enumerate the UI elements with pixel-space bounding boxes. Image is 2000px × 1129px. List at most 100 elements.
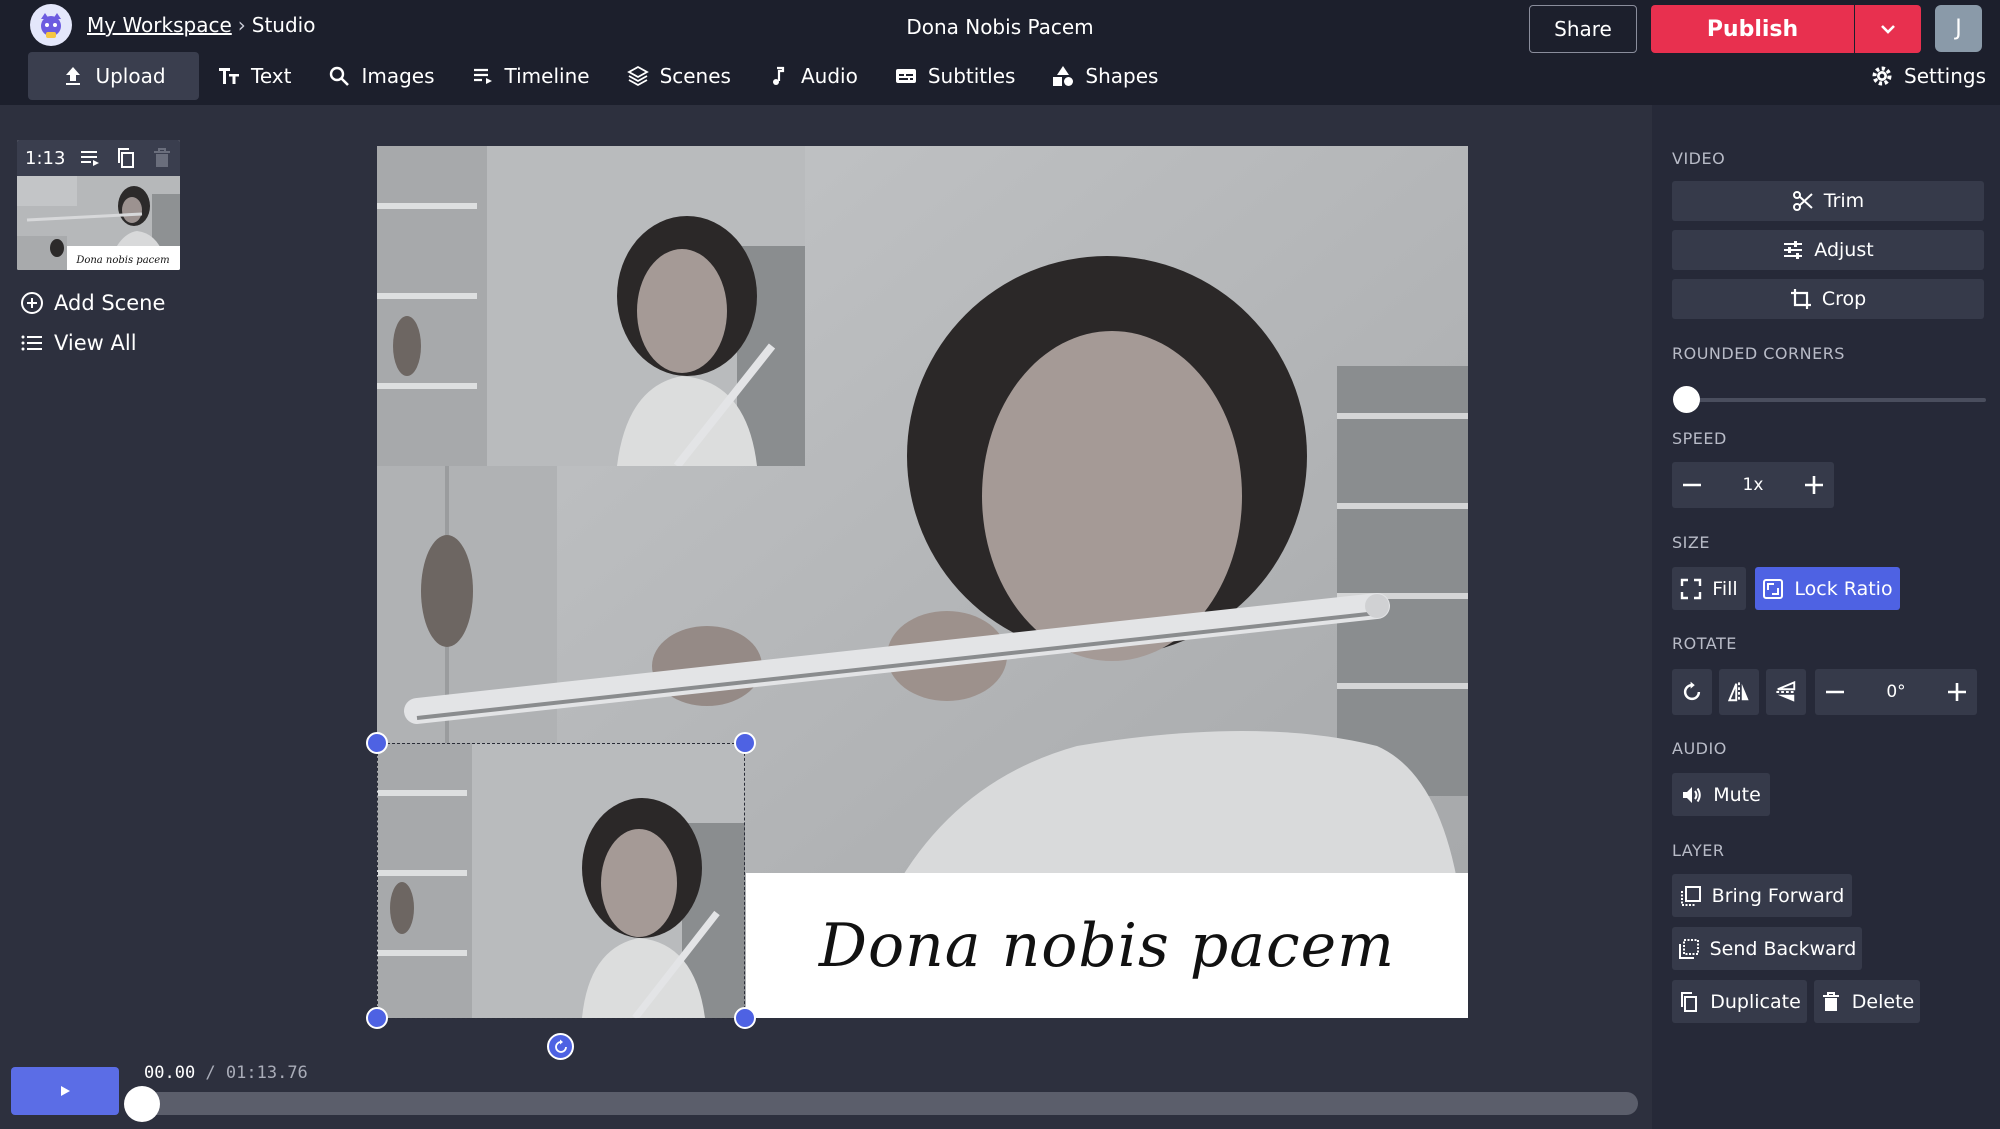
bring-forward-label: Bring Forward <box>1711 884 1845 907</box>
overlay-video-top-left[interactable] <box>377 146 805 466</box>
send-backward-icon <box>1678 938 1699 959</box>
adjust-label: Adjust <box>1814 239 1874 261</box>
rounded-corners-knob[interactable] <box>1673 386 1700 413</box>
upload-button[interactable]: Upload <box>28 52 199 100</box>
scene-card-header: 1:13 <box>17 140 180 176</box>
crop-button[interactable]: Crop <box>1672 279 1984 319</box>
crop-label: Crop <box>1821 288 1867 310</box>
adjust-button[interactable]: Adjust <box>1672 230 1984 270</box>
app-logo-icon[interactable] <box>30 4 72 46</box>
rotate-value: 0° <box>1886 682 1906 702</box>
duplicate-label: Duplicate <box>1710 990 1801 1013</box>
mute-label: Mute <box>1713 783 1761 806</box>
resize-handle-bottom-left[interactable] <box>366 1007 388 1029</box>
delete-button[interactable]: Delete <box>1814 980 1920 1023</box>
bring-forward-button[interactable]: Bring Forward <box>1672 874 1852 917</box>
send-backward-label: Send Backward <box>1709 937 1857 960</box>
text-button[interactable]: Text <box>199 52 309 100</box>
timeline-icon <box>473 68 492 84</box>
subtitles-button[interactable]: Subtitles <box>876 52 1034 100</box>
rotate-decrease-button[interactable] <box>1815 672 1855 712</box>
share-button[interactable]: Share <box>1529 5 1637 53</box>
scene-menu-icon[interactable] <box>79 147 101 169</box>
timeline-scrubber[interactable] <box>141 1092 1638 1115</box>
breadcrumb: My Workspace › Studio <box>87 13 315 37</box>
mute-button[interactable]: Mute <box>1672 773 1770 816</box>
scenes-label: Scenes <box>659 64 731 88</box>
shapes-label: Shapes <box>1085 64 1159 88</box>
publish-dropdown-button[interactable] <box>1855 5 1921 53</box>
main-toolbar: Upload Text Images Timeline Scenes Audio… <box>28 52 1176 100</box>
flip-horizontal-button[interactable] <box>1719 669 1759 715</box>
total-time: 01:13.76 <box>225 1063 308 1083</box>
minus-icon <box>1683 483 1701 487</box>
scene-thumbnail-caption: Dona nobis pacem <box>75 255 169 266</box>
add-scene-label: Add Scene <box>54 291 166 315</box>
trash-icon[interactable] <box>151 147 173 169</box>
resize-handle-bottom-right[interactable] <box>734 1007 756 1029</box>
copy-icon[interactable] <box>115 147 137 169</box>
speed-decrease-button[interactable] <box>1672 465 1712 505</box>
rotate-icon <box>554 1039 567 1053</box>
speed-increase-button[interactable] <box>1794 465 1834 505</box>
rotate-stepper: 0° <box>1815 669 1977 715</box>
workspace-link[interactable]: My Workspace <box>87 13 232 37</box>
trim-button[interactable]: Trim <box>1672 181 1984 221</box>
timecode: 00.00 / 01:13.76 <box>144 1063 308 1083</box>
resize-handle-top-left[interactable] <box>366 732 388 754</box>
scissors-icon <box>1792 191 1813 211</box>
resize-handle-top-right[interactable] <box>734 732 756 754</box>
lock-ratio-button[interactable]: Lock Ratio <box>1755 567 1900 610</box>
copy-icon <box>1681 991 1698 1012</box>
crop-icon <box>1790 289 1811 309</box>
send-backward-button[interactable]: Send Backward <box>1672 927 1862 970</box>
duplicate-button[interactable]: Duplicate <box>1672 980 1807 1023</box>
trim-label: Trim <box>1823 190 1865 212</box>
view-all-label: View All <box>54 331 137 355</box>
rounded-corners-slider[interactable] <box>1686 398 1986 402</box>
view-all-button[interactable]: View All <box>20 331 137 355</box>
settings-button[interactable]: Settings <box>1870 52 1986 100</box>
breadcrumb-current: Studio <box>251 13 316 37</box>
search-icon <box>330 66 350 86</box>
scenes-button[interactable]: Scenes <box>608 52 749 100</box>
rotate-increase-button[interactable] <box>1937 672 1977 712</box>
video-section-label: VIDEO <box>1672 149 1726 168</box>
fill-label: Fill <box>1712 577 1738 600</box>
chevron-down-icon <box>1881 25 1895 34</box>
caption-text-box[interactable]: Dona nobis pacem <box>746 873 1468 1018</box>
rotate-handle[interactable] <box>547 1033 574 1060</box>
caption-text[interactable]: Dona nobis pacem <box>819 911 1395 981</box>
add-circle-icon <box>21 292 43 314</box>
timeline-label: Timeline <box>504 64 590 88</box>
subtitles-label: Subtitles <box>927 64 1016 88</box>
shapes-button[interactable]: Shapes <box>1033 52 1176 100</box>
images-label: Images <box>361 64 435 88</box>
play-button[interactable] <box>11 1067 119 1115</box>
breadcrumb-separator: › <box>237 13 246 37</box>
scrubber-knob[interactable] <box>124 1086 160 1122</box>
scene-card[interactable]: 1:13 Dona nobis pacem <box>17 140 180 270</box>
audio-label: Audio <box>800 64 858 88</box>
gear-icon <box>1872 66 1892 86</box>
subtitles-icon <box>895 69 916 83</box>
expand-icon <box>1681 578 1702 599</box>
timeline-button[interactable]: Timeline <box>453 52 608 100</box>
publish-button[interactable]: Publish <box>1651 5 1854 53</box>
selection-frame <box>377 743 745 1019</box>
user-avatar[interactable]: J <box>1935 5 1982 52</box>
size-label: SIZE <box>1672 533 1710 552</box>
rotate-button[interactable] <box>1672 669 1712 715</box>
flip-vertical-button[interactable] <box>1766 669 1806 715</box>
speed-label: SPEED <box>1672 429 1727 448</box>
audio-section-label: AUDIO <box>1672 739 1727 758</box>
fill-button[interactable]: Fill <box>1672 567 1746 610</box>
trash-icon <box>1822 991 1839 1011</box>
images-button[interactable]: Images <box>309 52 452 100</box>
plus-icon <box>1804 476 1823 494</box>
shapes-icon <box>1053 66 1074 86</box>
audio-button[interactable]: Audio <box>749 52 876 100</box>
current-time: 00.00 <box>144 1063 196 1083</box>
scene-thumbnail-image: Dona nobis pacem <box>17 176 180 270</box>
add-scene-button[interactable]: Add Scene <box>20 291 165 315</box>
